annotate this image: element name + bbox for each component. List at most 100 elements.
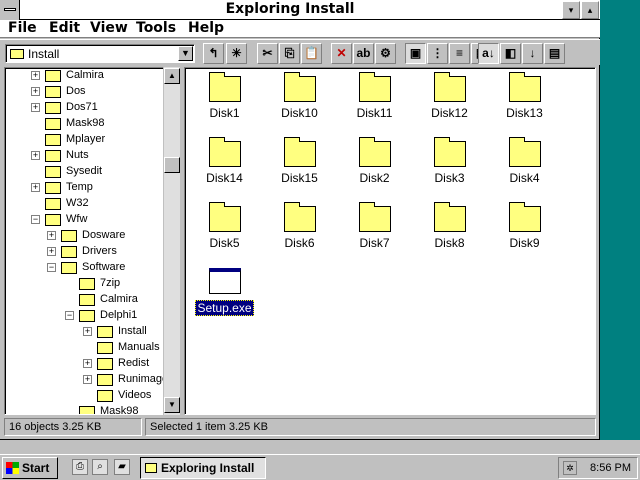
paste-icon[interactable]: 📋 <box>301 43 322 64</box>
folder-open-icon <box>45 214 61 226</box>
folder-icon <box>509 72 541 102</box>
location-combobox[interactable]: Install ▼ <box>5 44 195 63</box>
tree-item-label: Redist <box>118 357 150 369</box>
menu-file[interactable]: File <box>8 20 37 36</box>
folder-icon <box>97 342 113 354</box>
expand-icon[interactable]: + <box>31 71 40 80</box>
folder-icon <box>45 134 61 146</box>
file-list[interactable]: Disk1 Disk10 Disk11 Disk12 Disk13 Disk14… <box>184 67 596 415</box>
expand-icon[interactable]: + <box>83 359 92 368</box>
tree-item-label: Wfw <box>66 213 88 225</box>
menu-bar: File Edit View Tools Help <box>0 20 600 38</box>
expand-icon[interactable]: + <box>31 103 40 112</box>
windows-logo-icon <box>6 462 19 474</box>
sort-date-icon[interactable]: ▤ <box>544 43 565 64</box>
folder-item[interactable]: Disk5 <box>187 200 262 260</box>
folder-label: Disk5 <box>209 236 240 250</box>
new-folder-icon[interactable]: ✳ <box>226 43 247 64</box>
start-label: Start <box>22 461 50 475</box>
folder-item[interactable]: Disk4 <box>487 135 562 195</box>
menu-tools[interactable]: Tools <box>136 20 176 36</box>
clock[interactable]: 8:56 PM <box>590 458 631 478</box>
folder-item[interactable]: Disk12 <box>412 70 487 130</box>
menu-edit[interactable]: Edit <box>49 20 80 36</box>
delete-icon[interactable]: ✕ <box>331 43 352 64</box>
expand-icon[interactable]: + <box>31 183 40 192</box>
collapse-icon[interactable]: − <box>47 263 56 272</box>
tree-scrollbar[interactable]: ▲ ▼ <box>163 67 180 415</box>
folder-icon <box>509 202 541 232</box>
large-icons-icon[interactable]: ▣ <box>405 43 426 64</box>
folder-icon <box>359 72 391 102</box>
folder-icon <box>45 102 61 114</box>
folder-icon <box>45 70 61 82</box>
list-icon[interactable]: ≡ <box>449 43 470 64</box>
folder-label: Disk12 <box>431 106 468 120</box>
setup-exe-item[interactable]: Setup.exe <box>187 265 262 325</box>
minimize-button[interactable]: ▾ <box>562 1 580 19</box>
collapse-icon[interactable]: − <box>65 311 74 320</box>
explorer-window: Exploring Install ▾ ▴ File Edit View Too… <box>0 0 600 440</box>
folder-item[interactable]: Disk15 <box>262 135 337 195</box>
folder-item[interactable]: Disk9 <box>487 200 562 260</box>
folder-icon <box>97 390 113 402</box>
scroll-up-icon[interactable]: ▲ <box>164 68 180 84</box>
scroll-down-icon[interactable]: ▼ <box>164 397 180 413</box>
title-bar[interactable]: Exploring Install ▾ ▴ <box>0 0 600 20</box>
sort-size-icon[interactable]: ↓ <box>522 43 543 64</box>
folder-item[interactable]: Disk11 <box>337 70 412 130</box>
start-button[interactable]: Start <box>2 457 58 479</box>
folder-icon <box>209 202 241 232</box>
sort-name-icon[interactable]: a↓ <box>478 43 499 64</box>
cut-icon[interactable]: ✂ <box>257 43 278 64</box>
expand-icon[interactable]: + <box>47 247 56 256</box>
application-icon <box>209 268 241 294</box>
folder-icon <box>434 202 466 232</box>
copy-icon[interactable]: ⎘ <box>279 43 300 64</box>
folder-item[interactable]: Disk10 <box>262 70 337 130</box>
status-object-count: 16 objects 3.25 KB <box>4 418 142 436</box>
network-tray-icon[interactable]: ✲ <box>563 461 577 475</box>
menu-help[interactable]: Help <box>188 20 224 36</box>
folder-label: Disk4 <box>509 171 540 185</box>
task-label: Exploring Install <box>161 461 255 475</box>
folder-icon <box>79 278 95 290</box>
properties-icon[interactable]: ⚙ <box>375 43 396 64</box>
printer-quicklaunch-icon[interactable]: ⎙ <box>72 459 88 475</box>
maximize-button[interactable]: ▴ <box>581 1 599 19</box>
expand-icon[interactable]: + <box>31 151 40 160</box>
sort-type-icon[interactable]: ◧ <box>500 43 521 64</box>
dropdown-arrow-icon[interactable]: ▼ <box>178 46 193 61</box>
folder-icon <box>209 72 241 102</box>
folder-open-icon <box>79 310 95 322</box>
folder-item[interactable]: Disk1 <box>187 70 262 130</box>
book-quicklaunch-icon[interactable]: ▰ <box>114 459 130 475</box>
expand-icon[interactable]: + <box>31 87 40 96</box>
scroll-thumb[interactable] <box>164 157 180 173</box>
expand-icon[interactable]: + <box>83 375 92 384</box>
selected-file-name: Setup.exe <box>195 300 254 316</box>
rename-icon[interactable]: ab <box>353 43 374 64</box>
folder-item[interactable]: Disk3 <box>412 135 487 195</box>
taskbar-button-explorer[interactable]: Exploring Install <box>140 457 266 479</box>
folder-item[interactable]: Disk8 <box>412 200 487 260</box>
small-icons-icon[interactable]: ⋮ <box>427 43 448 64</box>
search-quicklaunch-icon[interactable]: ⌕ <box>92 459 108 475</box>
tree-item-label: Runimage <box>118 373 169 385</box>
folder-item[interactable]: Disk2 <box>337 135 412 195</box>
folder-icon <box>10 49 24 59</box>
folder-item[interactable]: Disk14 <box>187 135 262 195</box>
system-menu-button[interactable] <box>0 0 20 20</box>
collapse-icon[interactable]: − <box>31 215 40 224</box>
folder-item[interactable]: Disk6 <box>262 200 337 260</box>
expand-icon[interactable]: + <box>47 231 56 240</box>
menu-view[interactable]: View <box>90 20 128 36</box>
folder-tree[interactable]: + Calmira + Dos + Dos71 Mask98 Mplayer + Nut… <box>4 67 180 415</box>
up-folder-icon[interactable]: ↰ <box>203 43 224 64</box>
folder-item[interactable]: Disk7 <box>337 200 412 260</box>
folder-label: Disk15 <box>281 171 318 185</box>
folder-icon <box>97 374 113 386</box>
folder-item[interactable]: Disk13 <box>487 70 562 130</box>
expand-icon[interactable]: + <box>83 327 92 336</box>
file-label: Setup.exe <box>187 300 262 316</box>
